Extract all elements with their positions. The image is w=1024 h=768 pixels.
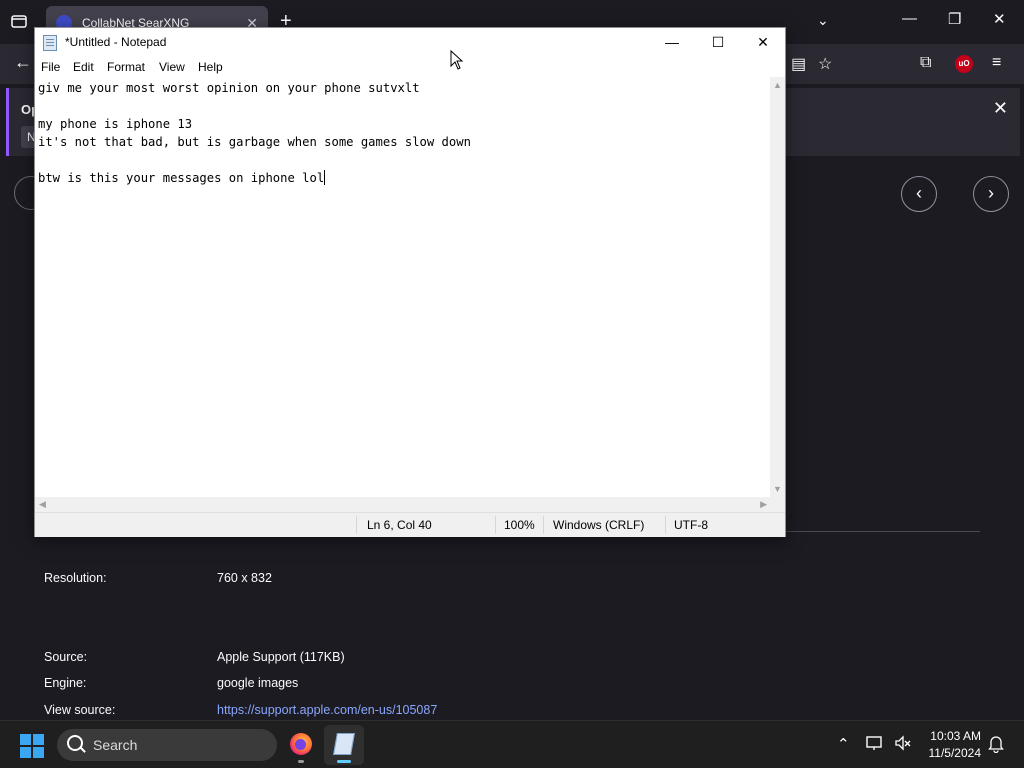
- encoding: UTF-8: [674, 518, 708, 532]
- status-bar: Ln 6, Col 40 100% Windows (CRLF) UTF-8: [35, 512, 785, 537]
- tab-overview-icon[interactable]: [10, 12, 30, 32]
- ublock-icon[interactable]: uO: [955, 55, 973, 73]
- engine-value: google images: [217, 676, 299, 690]
- scroll-left-icon[interactable]: ◀: [39, 499, 46, 510]
- notepad-icon: [333, 733, 355, 755]
- hamburger-menu-icon[interactable]: ≡: [992, 54, 1001, 72]
- close-button[interactable]: ✕: [740, 28, 786, 58]
- scroll-down-icon[interactable]: ▼: [773, 484, 782, 494]
- divider: [786, 531, 980, 532]
- taskbar-firefox[interactable]: [281, 725, 321, 765]
- reader-view-icon[interactable]: ▤: [791, 54, 806, 74]
- window-title: *Untitled - Notepad: [65, 35, 167, 49]
- cursor-position: Ln 6, Col 40: [367, 518, 432, 532]
- menu-view[interactable]: View: [159, 60, 185, 74]
- view-source-link[interactable]: https://support.apple.com/en-us/105087: [217, 703, 437, 717]
- menu-format[interactable]: Format: [107, 60, 145, 74]
- back-arrow-icon[interactable]: ←: [14, 52, 32, 73]
- resolution-value: 760 x 832: [217, 571, 272, 585]
- horizontal-scrollbar[interactable]: ◀ ▶: [35, 497, 771, 512]
- text-line: [38, 97, 771, 115]
- search-icon: [67, 735, 83, 751]
- engine-label: Engine:: [44, 676, 87, 690]
- taskbar-notepad[interactable]: [324, 725, 364, 765]
- show-hidden-icons-chevron-icon[interactable]: ⌃: [837, 735, 850, 753]
- text-editor[interactable]: giv me your most worst opinion on your p…: [35, 77, 771, 497]
- text-line: my phone is iphone 13: [38, 117, 193, 131]
- windows-start-icon[interactable]: [20, 734, 44, 758]
- chevron-down-icon[interactable]: ⌄: [817, 12, 829, 29]
- clock-time[interactable]: 10:03 AM: [923, 729, 981, 743]
- text-line-last: btw is this your messages on iphone lol: [38, 169, 771, 187]
- status-divider: [665, 516, 666, 534]
- status-divider: [543, 516, 544, 534]
- minimize-icon[interactable]: —: [902, 10, 917, 27]
- active-indicator: [337, 760, 351, 763]
- menu-help[interactable]: Help: [198, 60, 223, 74]
- next-image-button[interactable]: ›: [973, 176, 1009, 212]
- status-divider: [495, 516, 496, 534]
- minimize-button[interactable]: —: [649, 28, 695, 58]
- close-icon[interactable]: ✕: [993, 10, 1006, 28]
- line-ending: Windows (CRLF): [553, 518, 645, 532]
- view-source-label: View source:: [44, 703, 116, 717]
- close-notification-icon[interactable]: ✕: [993, 98, 1008, 119]
- notepad-app-icon: [43, 35, 57, 51]
- menu-bar: File Edit Format View Help: [35, 58, 785, 78]
- taskbar: Search ⌃ 10:03 AM 11/5/2024: [0, 720, 1024, 768]
- bookmark-star-icon[interactable]: ☆: [818, 54, 832, 74]
- notepad-window: *Untitled - Notepad — ☐ ✕ File Edit Form…: [34, 27, 786, 537]
- volume-muted-icon[interactable]: [894, 735, 912, 755]
- status-divider: [356, 516, 357, 534]
- taskbar-search-box[interactable]: Search: [57, 729, 277, 761]
- text-line: [38, 151, 771, 169]
- text-line-content: btw is this your messages on iphone lol: [38, 171, 325, 185]
- menu-file[interactable]: File: [41, 60, 60, 74]
- text-line: giv me your most worst opinion on your p…: [38, 81, 420, 95]
- source-value: Apple Support (117KB): [217, 650, 345, 664]
- maximize-button[interactable]: ☐: [695, 28, 741, 58]
- source-label: Source:: [44, 650, 88, 664]
- firefox-icon: [290, 733, 312, 755]
- network-icon[interactable]: [866, 735, 884, 755]
- extensions-icon[interactable]: ⧉: [920, 54, 931, 72]
- notification-bell-icon[interactable]: [988, 735, 1004, 757]
- scroll-right-icon[interactable]: ▶: [760, 499, 767, 510]
- text-line: it's not that bad, but is garbage when s…: [38, 135, 471, 149]
- clock-date[interactable]: 11/5/2024: [923, 746, 982, 760]
- running-indicator: [298, 760, 304, 763]
- scroll-up-icon[interactable]: ▲: [773, 80, 782, 90]
- vertical-scrollbar[interactable]: ▲ ▼: [770, 77, 785, 497]
- scrollbar-corner: [770, 497, 785, 512]
- text-caret: [324, 170, 326, 185]
- zoom-level: 100%: [504, 518, 535, 532]
- previous-image-button[interactable]: ‹: [901, 176, 937, 212]
- resolution-label: Resolution:: [44, 571, 107, 585]
- menu-edit[interactable]: Edit: [73, 60, 94, 74]
- mouse-pointer-icon: [450, 50, 464, 70]
- search-placeholder: Search: [93, 737, 138, 753]
- notepad-title-bar[interactable]: *Untitled - Notepad — ☐ ✕: [35, 28, 785, 58]
- restore-icon[interactable]: ❐: [948, 10, 961, 28]
